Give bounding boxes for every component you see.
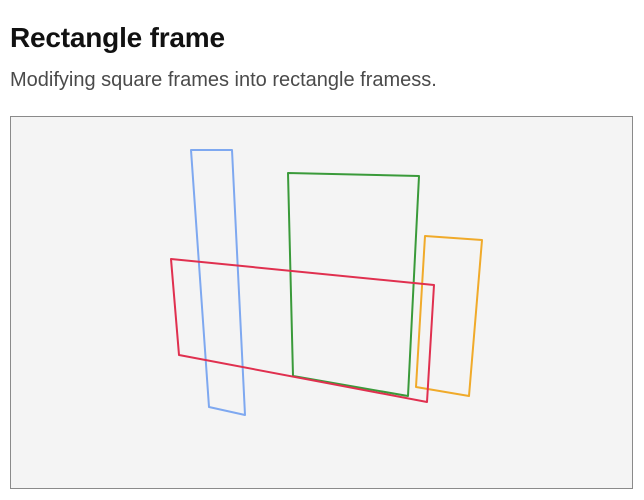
page-title: Rectangle frame: [10, 22, 225, 53]
red-rectangle-frame: [170, 258, 435, 403]
frames-drawing: [170, 149, 483, 416]
green-rectangle-frame: [287, 172, 420, 397]
frames-canvas: [10, 116, 633, 489]
page-subtitle: Modifying square frames into rectangle f…: [10, 69, 437, 91]
blue-rectangle-frame: [190, 149, 246, 416]
orange-rectangle-frame: [415, 235, 483, 397]
